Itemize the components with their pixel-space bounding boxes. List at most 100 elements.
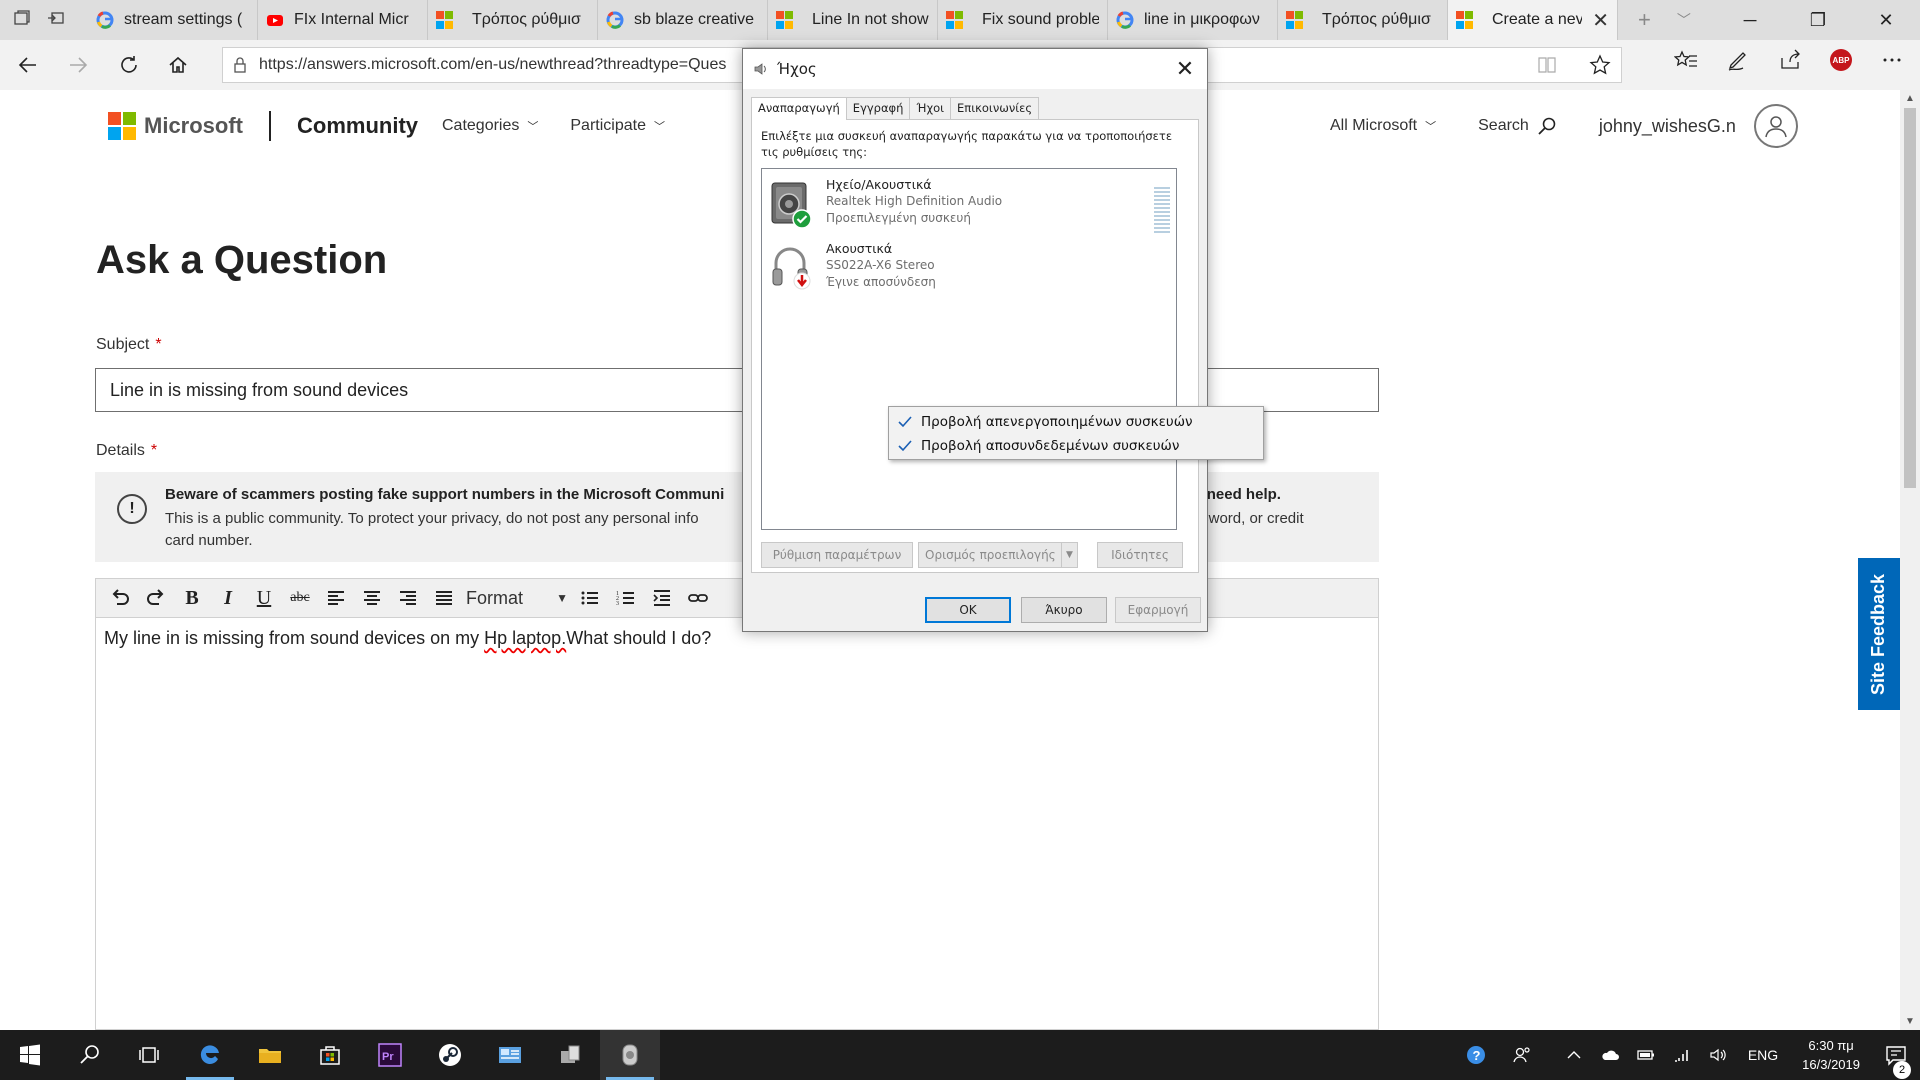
search-button[interactable]: Search [1478,116,1557,136]
justify-icon[interactable] [426,582,462,614]
community-link[interactable]: Community [297,113,418,139]
sound-taskbar-button[interactable] [600,1030,660,1080]
steam-button[interactable] [420,1030,480,1080]
tab-preview-chevron-icon[interactable]: ﹀ [1677,10,1691,30]
page-scrollbar[interactable]: ▲ ▼ [1900,90,1920,1030]
link-icon[interactable] [680,582,716,614]
browser-tab[interactable]: Τρόπος ρύθμισ [428,0,598,40]
undo-icon[interactable] [102,582,138,614]
minimize-icon[interactable]: ─ [1716,0,1784,40]
browser-tab-active[interactable]: Create a nev ✕ [1448,0,1618,40]
action-center-button[interactable]: 2 [1872,1043,1920,1079]
align-left-icon[interactable] [318,582,354,614]
site-feedback-button[interactable]: Site Feedback [1858,558,1900,710]
browser-tab[interactable]: FIx Internal Micr [258,0,428,40]
tab-sounds[interactable]: Ήχοι [909,97,952,119]
scrollbar-thumb[interactable] [1904,108,1916,488]
favorites-hub-icon[interactable] [1674,48,1698,72]
tab-overview-icon[interactable] [12,8,32,33]
redo-icon[interactable] [138,582,174,614]
store-button[interactable] [300,1030,360,1080]
devices-button[interactable] [540,1030,600,1080]
dialog-close-icon[interactable]: ✕ [1163,49,1207,89]
microsoft-logo-icon[interactable] [108,112,136,140]
tab-playback[interactable]: Αναπαραγωγή [751,97,847,120]
device-item-headphones[interactable]: Ακουστικά SS022A-X6 Stereo Έγινε αποσύνδ… [770,241,1150,295]
reading-view-icon[interactable] [1537,56,1557,74]
new-tab-button[interactable]: + [1638,7,1651,33]
scroll-down-icon[interactable]: ▼ [1905,1016,1915,1027]
set-default-split-button[interactable]: Ορισμός προεπιλογής ▼ [918,542,1078,568]
browser-tab[interactable]: Line In not show [768,0,938,40]
share-icon[interactable] [1778,48,1802,72]
menu-item-show-disabled[interactable]: Προβολή απενεργοποιημένων συσκευών [889,410,1263,434]
tab-communications[interactable]: Επικοινωνίες [950,97,1040,119]
underline-icon[interactable]: U [246,582,282,614]
device-list[interactable]: Ηχείο/Ακουστικά Realtek High Definition … [761,168,1177,530]
format-dropdown[interactable]: Format ▼ [462,582,572,614]
bullet-list-icon[interactable] [572,582,608,614]
configure-button[interactable]: Ρύθμιση παραμέτρων [761,542,913,568]
home-icon[interactable] [156,45,200,85]
search-taskbar-button[interactable] [60,1030,120,1080]
numbered-list-icon[interactable]: 123 [608,582,644,614]
all-microsoft-menu[interactable]: All Microsoft ﹀ [1330,117,1436,135]
start-button[interactable] [0,1030,60,1080]
volume-icon[interactable] [1700,1045,1736,1065]
user-name[interactable]: johny_wishesG.n [1599,116,1736,137]
browser-tab[interactable]: stream settings ( [88,0,258,40]
onedrive-cloud-icon[interactable] [1592,1045,1628,1065]
browser-tab[interactable]: line in μικροφων [1108,0,1278,40]
browser-tab[interactable]: Fix sound proble [938,0,1108,40]
device-item-speakers[interactable]: Ηχείο/Ακουστικά Realtek High Definition … [770,177,1170,233]
back-icon[interactable] [6,45,50,85]
microsoft-brand[interactable]: Microsoft [144,113,243,139]
dialog-titlebar[interactable]: Ήχος ✕ [743,49,1207,89]
avatar[interactable] [1753,104,1798,148]
apply-button[interactable]: Εφαρμογή [1115,597,1201,623]
scroll-up-icon[interactable]: ▲ [1905,93,1915,104]
tab-recording[interactable]: Εγγραφή [845,97,911,119]
adblock-plus-icon[interactable]: ABP [1830,49,1852,71]
battery-icon[interactable] [1628,1045,1664,1065]
bold-icon[interactable]: B [174,582,210,614]
browser-tab[interactable]: Τρόπος ρύθμισ [1278,0,1448,40]
control-panel-button[interactable] [480,1030,540,1080]
strikethrough-icon[interactable]: abc [282,582,318,614]
file-explorer-button[interactable] [240,1030,300,1080]
ok-button[interactable]: OK [925,597,1011,623]
edge-taskbar-button[interactable] [180,1030,240,1080]
wifi-icon[interactable] [1664,1045,1700,1065]
show-hidden-icons-chevron[interactable] [1556,1045,1592,1065]
details-editor[interactable]: My line in is missing from sound devices… [95,618,1379,1030]
nav-participate[interactable]: Participate ﹀ [570,117,665,135]
people-icon[interactable] [1504,1045,1540,1065]
split-caret-icon[interactable]: ▼ [1061,543,1077,567]
close-window-icon[interactable]: ✕ [1852,0,1920,40]
close-tab-icon[interactable]: ✕ [1592,8,1609,33]
task-view-button[interactable] [120,1030,180,1080]
align-center-icon[interactable] [354,582,390,614]
menu-item-show-disconnected[interactable]: Προβολή αποσυνδεδεμένων συσκευών [889,434,1263,458]
nav-categories[interactable]: Categories ﹀ [442,117,538,135]
help-icon[interactable]: ? [1458,1045,1494,1065]
caret-down-icon: ▼ [556,591,568,605]
align-right-icon[interactable] [390,582,426,614]
more-menu-icon[interactable] [1880,48,1904,72]
clock[interactable]: 6:30 πμ 16/3/2019 [1790,1036,1872,1074]
italic-icon[interactable]: I [210,582,246,614]
indent-icon[interactable] [644,582,680,614]
browser-tab[interactable]: sb blaze creative [598,0,768,40]
cancel-button[interactable]: Άκυρο [1021,597,1107,623]
language-indicator[interactable]: ENG [1736,1047,1790,1063]
properties-button[interactable]: Ιδιότητες [1097,542,1183,568]
premiere-button[interactable]: Pr [360,1030,420,1080]
forward-icon[interactable] [56,45,100,85]
maximize-icon[interactable]: ❐ [1784,0,1852,40]
refresh-icon[interactable] [106,45,150,85]
notification-count: 2 [1893,1061,1911,1079]
set-tabs-aside-icon[interactable] [46,8,66,33]
web-note-pen-icon[interactable] [1726,48,1750,72]
clock-date: 16/3/2019 [1802,1057,1860,1072]
favorite-star-icon[interactable] [1589,54,1611,76]
